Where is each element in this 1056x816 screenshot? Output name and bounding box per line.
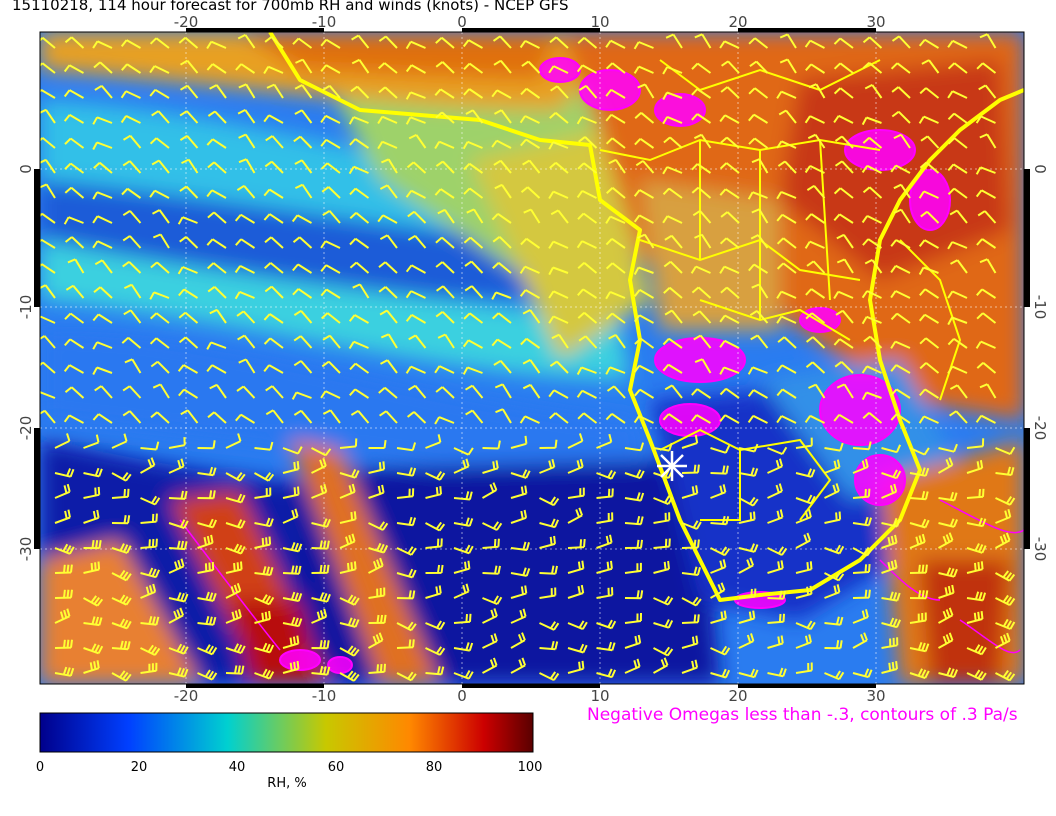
bottom-lon-tick: -20 [174, 687, 199, 705]
bottom-lon-tick: -10 [312, 687, 337, 705]
left-lat-ticks: 0 -10 -20 -30 [17, 164, 35, 561]
bottom-lon-tick: 30 [866, 687, 885, 705]
left-lat-tick: -10 [17, 295, 35, 320]
left-lat-tick: 0 [17, 164, 35, 174]
bottom-lon-tick: 0 [457, 687, 467, 705]
right-lat-ticks: 0 -10 -20 -30 [1031, 164, 1049, 561]
rh-wind-map: -20 -10 0 10 20 30 -20 -10 0 10 20 30 0 … [17, 13, 1049, 753]
right-lat-tick: -30 [1031, 537, 1049, 562]
location-star-marker [657, 451, 687, 481]
rh-colorbar [39, 712, 534, 753]
right-lat-tick: -20 [1031, 416, 1049, 441]
left-lat-tick: -30 [17, 537, 35, 562]
left-lat-tick: -20 [17, 416, 35, 441]
omega-note: Negative Omegas less than -.3, contours … [587, 705, 1018, 725]
colorbar-tick: 0 [35, 760, 45, 775]
top-lon-tick: 0 [457, 13, 467, 31]
bottom-lon-tick: 10 [590, 687, 609, 705]
bottom-lon-ticks: -20 -10 0 10 20 30 [174, 687, 886, 705]
colorbar-tick: 40 [228, 760, 246, 775]
top-lon-tick: -10 [312, 13, 337, 31]
top-lon-tick: 30 [866, 13, 885, 31]
top-lon-tick: 10 [590, 13, 609, 31]
right-lat-tick: 0 [1031, 164, 1049, 174]
top-lon-tick: 20 [728, 13, 747, 31]
right-lat-tick: -10 [1031, 295, 1049, 320]
colorbar-tick: 100 [517, 760, 543, 775]
colorbar-tick: 60 [327, 760, 345, 775]
colorbar-label: RH, % [267, 776, 307, 791]
colorbar-tick: 20 [130, 760, 148, 775]
rh-field [40, 32, 1024, 684]
bottom-lon-tick: 20 [728, 687, 747, 705]
top-lon-tick: -20 [174, 13, 199, 31]
colorbar-tick: 80 [425, 760, 443, 775]
